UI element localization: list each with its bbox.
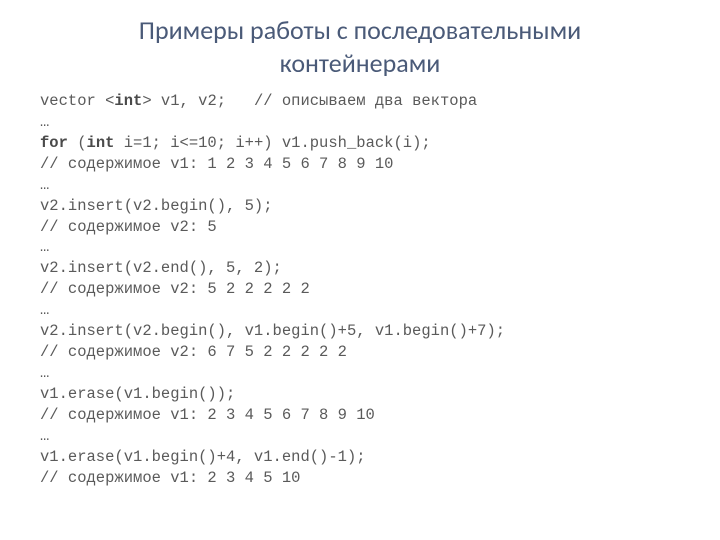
code-line: // содержимое v2: 5 [40,217,680,238]
code-text: … [40,176,49,194]
code-text: … [40,364,49,382]
code-line: … [40,237,680,258]
code-line: // содержимое v2: 6 7 5 2 2 2 2 2 [40,342,680,363]
code-text: … [40,113,49,131]
code-text: // содержимое v2: 5 2 2 2 2 2 [40,280,310,298]
code-block: vector <int> v1, v2; // описываем два ве… [40,91,680,489]
code-text: > v1, v2; // описываем два вектора [142,92,477,110]
code-keyword: for [40,134,68,152]
code-text: v2.insert(v2.end(), 5, 2); [40,259,282,277]
code-text: ( [68,134,87,152]
code-line: … [40,112,680,133]
code-text: v1.erase(v1.begin()+4, v1.end()-1); [40,448,366,466]
code-text: // содержимое v2: 6 7 5 2 2 2 2 2 [40,343,347,361]
code-line: v2.insert(v2.begin(), v1.begin()+5, v1.b… [40,321,680,342]
code-keyword: int [114,92,142,110]
code-keyword: int [87,134,115,152]
code-text: // содержимое v1: 1 2 3 4 5 6 7 8 9 10 [40,155,393,173]
code-line: … [40,363,680,384]
code-text: i=1; i<=10; i++) v1.push_back(i); [114,134,430,152]
code-text: … [40,427,49,445]
code-line: vector <int> v1, v2; // описываем два ве… [40,91,680,112]
code-line: for (int i=1; i<=10; i++) v1.push_back(i… [40,133,680,154]
code-text: v2.insert(v2.begin(), 5); [40,197,273,215]
code-text: vector < [40,92,114,110]
code-text: // содержимое v2: 5 [40,218,217,236]
code-line: // содержимое v2: 5 2 2 2 2 2 [40,279,680,300]
code-text: … [40,301,49,319]
code-line: // содержимое v1: 1 2 3 4 5 6 7 8 9 10 [40,154,680,175]
code-text: // содержимое v1: 2 3 4 5 10 [40,469,300,487]
code-line: … [40,426,680,447]
code-line: // содержимое v1: 2 3 4 5 6 7 8 9 10 [40,405,680,426]
code-line: … [40,175,680,196]
code-line: // содержимое v1: 2 3 4 5 10 [40,468,680,489]
code-text: v1.erase(v1.begin()); [40,385,235,403]
code-line: v2.insert(v2.begin(), 5); [40,196,680,217]
code-text: // содержимое v1: 2 3 4 5 6 7 8 9 10 [40,406,375,424]
code-line: v2.insert(v2.end(), 5, 2); [40,258,680,279]
code-line: v1.erase(v1.begin()+4, v1.end()-1); [40,447,680,468]
code-line: v1.erase(v1.begin()); [40,384,680,405]
code-line: … [40,300,680,321]
slide-title: Примеры работы с последовательными конте… [40,14,680,79]
slide: Примеры работы с последовательными конте… [0,0,720,540]
code-text: v2.insert(v2.begin(), v1.begin()+5, v1.b… [40,322,505,340]
code-text: … [40,238,49,256]
